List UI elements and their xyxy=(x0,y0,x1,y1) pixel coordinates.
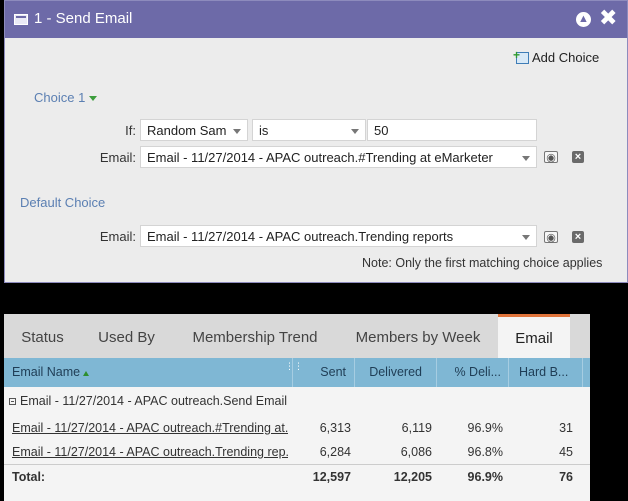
total-delivered: 12,205 xyxy=(393,470,432,484)
window-icon xyxy=(14,14,28,25)
hard-bounced-cell: 45 xyxy=(559,445,573,459)
column-email-name[interactable]: Email Name xyxy=(4,358,293,387)
condition-value-input[interactable]: 50 xyxy=(367,119,537,141)
send-email-dialog: 1 - Send Email ▲ ✖ Add Choice Choice 1 I… xyxy=(4,0,628,283)
sent-cell: 6,313 xyxy=(319,421,351,435)
add-icon xyxy=(513,48,529,64)
default-email-value: Email - 11/27/2014 - APAC outreach.Trend… xyxy=(147,229,454,244)
total-sent: 12,597 xyxy=(312,470,351,484)
dialog-title: 1 - Send Email xyxy=(34,10,133,27)
condition-field-select[interactable]: Random Sam xyxy=(140,119,248,141)
email-name-link[interactable]: Email - 11/27/2014 - APAC outreach.Trend… xyxy=(12,440,288,464)
choice-1-label: Choice 1 xyxy=(34,90,86,105)
total-label: Total: xyxy=(12,470,46,484)
preview-icon[interactable]: ◉ xyxy=(544,151,558,164)
tab-email[interactable]: Email xyxy=(498,314,570,358)
column-pct-delivered[interactable]: % Deli... xyxy=(437,358,509,387)
hard-bounced-cell: 31 xyxy=(559,421,573,435)
close-icon[interactable]: ✖ xyxy=(599,7,617,29)
chevron-down-icon xyxy=(522,156,530,161)
chevron-down-icon xyxy=(522,235,530,240)
condition-value-text: 50 xyxy=(374,123,389,138)
chevron-down-icon xyxy=(351,129,359,134)
table-row[interactable]: Email - 11/27/2014 - APAC outreach.#Tren… xyxy=(4,416,590,440)
delivered-cell: 6,086 xyxy=(400,445,432,459)
add-choice-label: Add Choice xyxy=(532,50,600,65)
column-hard-bounced[interactable]: Hard B... xyxy=(509,358,583,387)
collapse-up-icon[interactable]: ▲ xyxy=(576,12,591,27)
choice-1-email-select[interactable]: Email - 11/27/2014 - APAC outreach.#Tren… xyxy=(140,146,537,168)
column-email-name-label: Email Name xyxy=(12,365,81,379)
details-panel: Status Used By Membership Trend Members … xyxy=(4,314,590,501)
pct-delivered-cell: 96.9% xyxy=(467,421,503,435)
tab-used-by[interactable]: Used By xyxy=(81,314,172,358)
group-label: Email - 11/27/2014 - APAC outreach.Send … xyxy=(20,394,288,408)
total-pct-delivered: 96.9% xyxy=(467,470,503,484)
tab-bar: Status Used By Membership Trend Members … xyxy=(4,314,590,358)
grid-header: Email Name ⋮⋮ Sent Delivered % Deli... H… xyxy=(4,358,590,387)
if-label: If: xyxy=(125,123,136,138)
chevron-down-icon xyxy=(89,96,98,101)
delivered-cell: 6,119 xyxy=(401,421,432,435)
preview-icon[interactable]: ◉ xyxy=(544,231,558,244)
sort-ascending-icon xyxy=(83,371,90,376)
column-sent[interactable]: Sent xyxy=(293,358,355,387)
dialog-titlebar: 1 - Send Email ▲ ✖ xyxy=(5,1,627,38)
tab-status[interactable]: Status xyxy=(4,314,81,358)
table-row[interactable]: Email - 11/27/2014 - APAC outreach.Trend… xyxy=(4,440,590,464)
default-email-select[interactable]: Email - 11/27/2014 - APAC outreach.Trend… xyxy=(140,225,537,247)
group-row[interactable]: Email - 11/27/2014 - APAC outreach.Send … xyxy=(4,387,590,415)
add-choice-button[interactable]: Add Choice xyxy=(513,48,600,65)
choice-1-email-value: Email - 11/27/2014 - APAC outreach.#Tren… xyxy=(147,150,493,165)
remove-icon[interactable]: × xyxy=(572,151,584,163)
choice-1-header[interactable]: Choice 1 xyxy=(34,90,98,105)
default-email-label: Email: xyxy=(99,229,136,244)
operator-select[interactable]: is xyxy=(252,119,366,141)
matching-choice-note: Note: Only the first matching choice app… xyxy=(362,256,603,270)
chevron-down-icon xyxy=(233,129,241,134)
total-hard-bounced: 76 xyxy=(559,470,573,484)
sent-cell: 6,284 xyxy=(319,445,351,459)
tab-membership-trend[interactable]: Membership Trend xyxy=(172,314,338,358)
tab-members-by-week[interactable]: Members by Week xyxy=(338,314,498,358)
remove-icon[interactable]: × xyxy=(572,231,584,243)
pct-delivered-cell: 96.8% xyxy=(467,445,503,459)
operator-value: is xyxy=(259,123,269,138)
column-delivered[interactable]: Delivered xyxy=(355,358,437,387)
total-row: Total: 12,597 12,205 96.9% 76 xyxy=(4,464,590,488)
email-label: Email: xyxy=(99,150,136,165)
default-choice-label: Default Choice xyxy=(20,195,106,210)
condition-field-value: Random Sam xyxy=(147,123,227,138)
email-name-link[interactable]: Email - 11/27/2014 - APAC outreach.#Tren… xyxy=(12,416,288,440)
collapse-icon[interactable] xyxy=(9,398,16,405)
